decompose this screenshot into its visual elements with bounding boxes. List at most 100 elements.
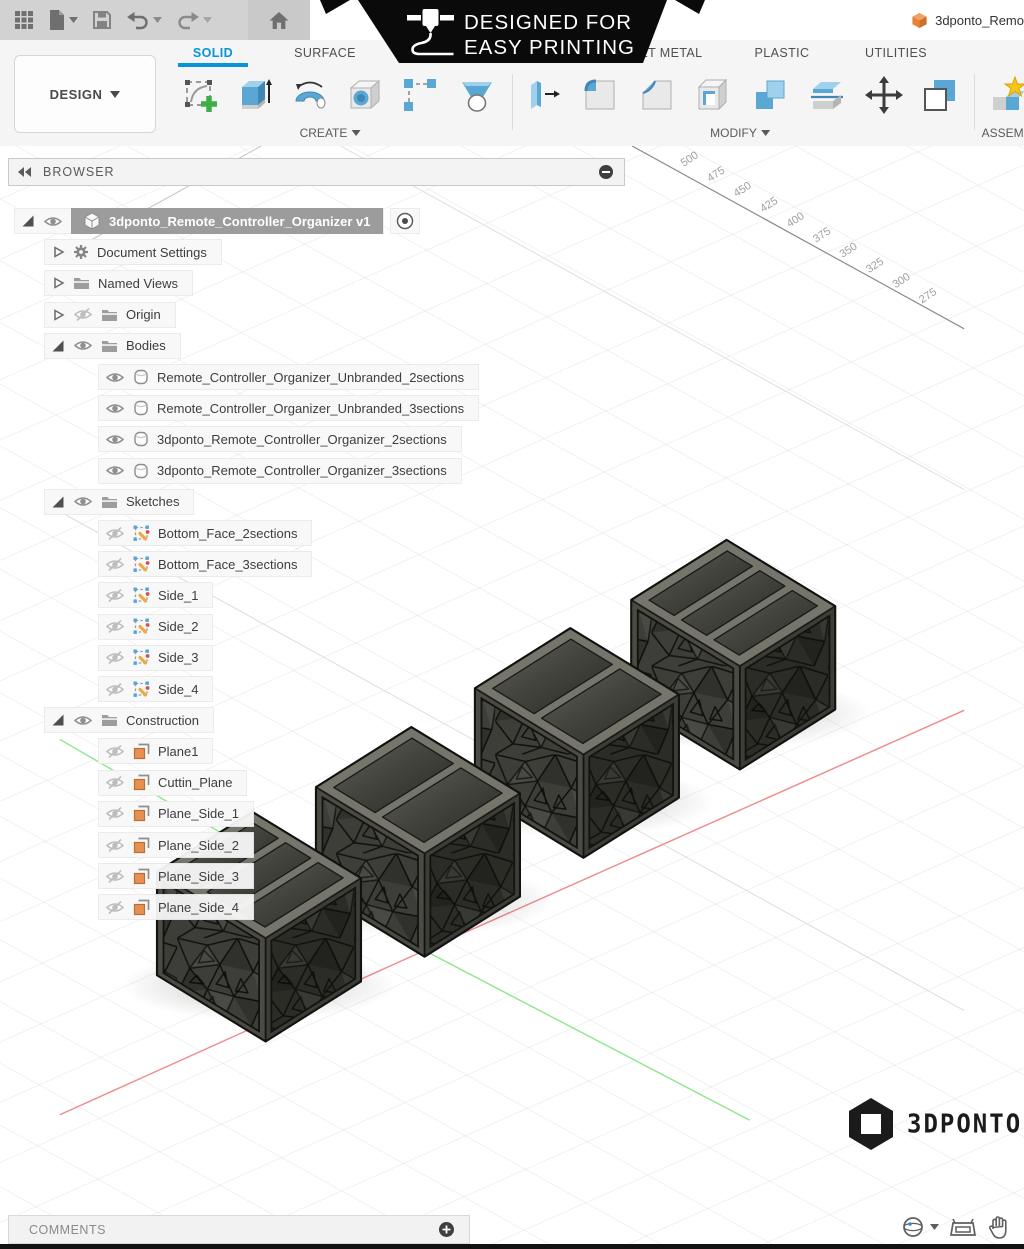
- document-tab[interactable]: 3dponto_Remo: [911, 0, 1024, 40]
- minimize-panel-icon[interactable]: [598, 164, 614, 180]
- chamfer-tool-button[interactable]: [634, 72, 680, 118]
- expanded-arrow-icon[interactable]: [51, 495, 65, 509]
- collapsed-arrow-icon[interactable]: [51, 245, 65, 259]
- comments-bar[interactable]: COMMENTS: [8, 1215, 470, 1244]
- tree-row-plane-side-4[interactable]: Plane_Side_4: [98, 894, 254, 920]
- visibility-eye-icon[interactable]: [105, 463, 125, 478]
- visibility-eye-icon[interactable]: [73, 494, 93, 509]
- pan-button[interactable]: [987, 1214, 1012, 1240]
- tree-row-document-settings[interactable]: Document Settings: [44, 239, 222, 265]
- tree-row-named-views[interactable]: Named Views: [44, 270, 193, 296]
- tree-row-origin[interactable]: Origin: [44, 302, 176, 328]
- tree-row-side-4[interactable]: Side_4: [98, 676, 213, 702]
- construction-plane-icon: [133, 899, 150, 916]
- visibility-eye-off-icon[interactable]: [105, 557, 125, 572]
- hole-tool-button[interactable]: [342, 72, 388, 118]
- tab-utilities[interactable]: UTILITIES: [851, 46, 941, 66]
- visibility-eye-off-icon[interactable]: [105, 619, 125, 634]
- move-copy-tool-button[interactable]: [861, 72, 907, 118]
- visibility-eye-icon[interactable]: [105, 401, 125, 416]
- visibility-eye-off-icon[interactable]: [73, 307, 93, 322]
- tree-row-plane1[interactable]: Plane1: [98, 738, 213, 764]
- assemble-group-label[interactable]: ASSEMBLE: [982, 126, 1024, 140]
- visibility-eye-off-icon[interactable]: [105, 806, 125, 821]
- look-at-button[interactable]: [949, 1215, 977, 1239]
- ruler-label: 350: [838, 240, 860, 260]
- workspace-label: DESIGN: [50, 87, 103, 102]
- tree-row-bottom-face-2sections[interactable]: Bottom_Face_2sections: [98, 520, 312, 546]
- sketch-icon: [133, 587, 150, 604]
- tree-row-remote-controller-organizer-unbranded-2sections[interactable]: Remote_Controller_Organizer_Unbranded_2s…: [98, 364, 479, 390]
- tree-row-plane-side-1[interactable]: Plane_Side_1: [98, 801, 254, 827]
- add-comment-icon[interactable]: [438, 1221, 455, 1238]
- expanded-arrow-icon[interactable]: [51, 339, 65, 353]
- tree-row-sketches[interactable]: Sketches: [44, 489, 194, 515]
- visibility-eye-icon[interactable]: [105, 432, 125, 447]
- visibility-eye-off-icon[interactable]: [105, 838, 125, 853]
- activate-component-radio-icon[interactable]: [395, 211, 415, 231]
- caret-down-icon: [69, 17, 78, 23]
- create-sketch-tool-button[interactable]: [177, 72, 223, 118]
- visibility-eye-off-icon[interactable]: [105, 650, 125, 665]
- gear-icon: [73, 244, 89, 260]
- undo-button[interactable]: [126, 10, 162, 30]
- visibility-eye-icon[interactable]: [43, 214, 63, 229]
- ruler-label: 375: [811, 225, 833, 245]
- ruler-labels: 500475450425400375350325300275: [679, 149, 939, 306]
- tree-row-side-2[interactable]: Side_2: [98, 614, 213, 640]
- tree-row-3dponto-remote-controller-organizer-2sections[interactable]: 3dponto_Remote_Controller_Organizer_2sec…: [98, 426, 462, 452]
- tree-row-cuttin-plane[interactable]: Cuttin_Plane: [98, 770, 247, 796]
- combine-tool-button[interactable]: [747, 72, 793, 118]
- rectangular-pattern-tool-button[interactable]: [397, 72, 443, 118]
- modify-group-label[interactable]: MODIFY: [710, 126, 770, 140]
- app-launcher-icon[interactable]: [14, 10, 34, 30]
- ruler-label: 425: [758, 195, 780, 215]
- tab-plastic[interactable]: PLASTIC: [742, 46, 822, 66]
- tree-row-side-3[interactable]: Side_3: [98, 645, 213, 671]
- expanded-arrow-icon[interactable]: [21, 214, 35, 228]
- orbit-button[interactable]: [900, 1214, 939, 1240]
- tree-row-side-1[interactable]: Side_1: [98, 582, 213, 608]
- visibility-eye-icon[interactable]: [105, 370, 125, 385]
- save-button[interactable]: [92, 10, 112, 30]
- tree-row-bodies[interactable]: Bodies: [44, 333, 181, 359]
- tree-row-bottom-face-3sections[interactable]: Bottom_Face_3sections: [98, 551, 312, 577]
- revolve-tool-button[interactable]: [287, 72, 333, 118]
- split-body-tool-button[interactable]: [804, 72, 850, 118]
- joint-tool-button[interactable]: [985, 72, 1024, 118]
- tree-row-3dponto-remote-controller-organizer-3sections[interactable]: 3dponto_Remote_Controller_Organizer_3sec…: [98, 458, 462, 484]
- home-tab[interactable]: [248, 0, 310, 40]
- banner-line1: DESIGNED FOR: [464, 11, 632, 34]
- scale-tool-button[interactable]: [917, 72, 963, 118]
- visibility-eye-off-icon[interactable]: [105, 744, 125, 759]
- browser-header[interactable]: BROWSER: [8, 158, 625, 186]
- tree-row-construction[interactable]: Construction: [44, 707, 214, 733]
- visibility-eye-icon[interactable]: [73, 713, 93, 728]
- visibility-eye-off-icon[interactable]: [105, 869, 125, 884]
- tree-row-plane-side-3[interactable]: Plane_Side_3: [98, 863, 254, 889]
- fillet-tool-button[interactable]: [577, 72, 623, 118]
- loft-tool-button[interactable]: [454, 72, 500, 118]
- collapsed-arrow-icon[interactable]: [51, 276, 65, 290]
- tree-row-3dponto-remote-controller-organizer-v1[interactable]: 3dponto_Remote_Controller_Organizer v1: [14, 208, 420, 234]
- press-pull-tool-button[interactable]: [520, 72, 566, 118]
- sketch-icon: [133, 525, 150, 542]
- redo-button[interactable]: [176, 10, 212, 30]
- ruler-label: 475: [705, 165, 727, 185]
- visibility-eye-off-icon[interactable]: [105, 900, 125, 915]
- expanded-arrow-icon[interactable]: [51, 713, 65, 727]
- workspace-selector[interactable]: DESIGN: [14, 55, 156, 133]
- file-menu-button[interactable]: [48, 9, 78, 31]
- shell-tool-button[interactable]: [690, 72, 736, 118]
- visibility-eye-off-icon[interactable]: [105, 526, 125, 541]
- collapsed-arrow-icon[interactable]: [51, 308, 65, 322]
- collapse-panel-icon[interactable]: [17, 166, 33, 178]
- visibility-eye-off-icon[interactable]: [105, 775, 125, 790]
- visibility-eye-off-icon[interactable]: [105, 682, 125, 697]
- create-group-label[interactable]: CREATE: [300, 126, 361, 140]
- tree-row-remote-controller-organizer-unbranded-3sections[interactable]: Remote_Controller_Organizer_Unbranded_3s…: [98, 395, 479, 421]
- visibility-eye-off-icon[interactable]: [105, 588, 125, 603]
- box-tool-button[interactable]: [231, 72, 277, 118]
- tree-row-plane-side-2[interactable]: Plane_Side_2: [98, 832, 254, 858]
- visibility-eye-icon[interactable]: [73, 338, 93, 353]
